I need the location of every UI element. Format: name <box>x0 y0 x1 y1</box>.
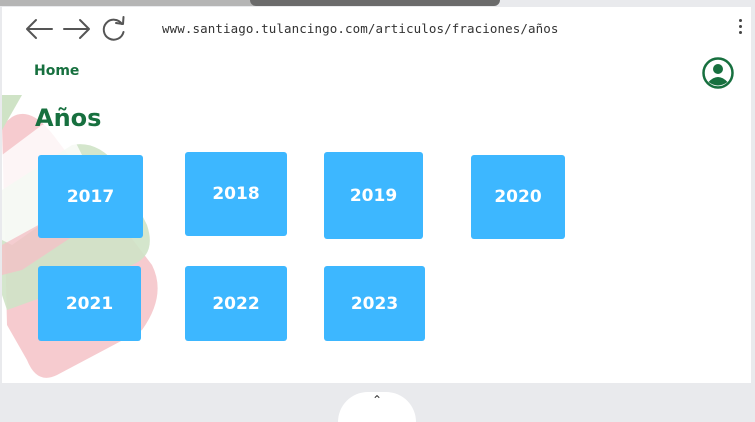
year-button-2021[interactable]: 2021 <box>38 266 141 341</box>
year-button-2020[interactable]: 2020 <box>471 155 565 239</box>
year-button-2022[interactable]: 2022 <box>185 266 287 341</box>
reload-icon <box>102 16 125 41</box>
year-button-2017[interactable]: 2017 <box>38 155 143 238</box>
kebab-menu-icon[interactable] <box>735 19 745 39</box>
account-circle-icon[interactable] <box>701 56 735 90</box>
bottom-expand-handle[interactable]: ⌃ <box>338 392 416 422</box>
arrow-left-icon <box>26 19 53 39</box>
browser-toolbar: www.santiago.tulancingo.com/articulos/fr… <box>2 7 751 51</box>
year-button-2018[interactable]: 2018 <box>185 152 287 236</box>
home-link[interactable]: Home <box>34 63 79 79</box>
page-title: Años <box>35 104 102 132</box>
browser-window: www.santiago.tulancingo.com/articulos/fr… <box>2 7 751 383</box>
address-bar[interactable]: www.santiago.tulancingo.com/articulos/fr… <box>162 21 559 36</box>
tab-strip <box>0 0 755 7</box>
tab-inactive[interactable] <box>0 0 260 6</box>
tab-active[interactable] <box>250 0 500 6</box>
back-button[interactable] <box>24 15 54 43</box>
reload-button[interactable] <box>99 15 129 43</box>
forward-button[interactable] <box>62 15 92 43</box>
arrow-right-icon <box>63 19 90 39</box>
chevron-up-icon: ⌃ <box>372 393 383 407</box>
year-button-2019[interactable]: 2019 <box>324 152 423 239</box>
year-button-2023[interactable]: 2023 <box>324 266 425 341</box>
